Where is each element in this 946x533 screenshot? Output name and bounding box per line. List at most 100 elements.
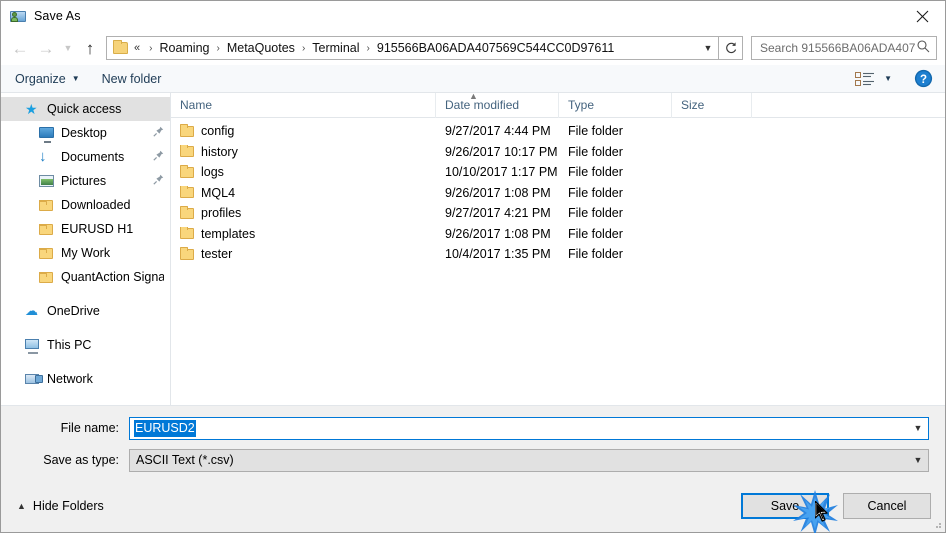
resize-grip-icon[interactable] [932, 520, 942, 530]
table-row[interactable]: profiles 9/27/2017 4:21 PM File folder [171, 203, 945, 224]
file-row-date: 9/27/2017 4:21 PM [445, 206, 551, 221]
file-row-type: File folder [568, 124, 623, 139]
search-placeholder: Search 915566BA06ADA40756... [760, 41, 916, 55]
sidebar-item-label: OneDrive [47, 304, 100, 318]
desktop-icon [39, 125, 55, 143]
view-layout-icon[interactable] [855, 71, 875, 86]
column-header-date-modified[interactable]: Date modified [436, 92, 559, 118]
close-icon[interactable] [900, 1, 945, 31]
breadcrumb[interactable]: « › Roaming › MetaQuotes › Terminal › 91… [106, 36, 719, 60]
documents-download-icon: ↓ [39, 148, 47, 165]
sidebar-item-downloaded[interactable]: Downloaded [1, 193, 170, 217]
save-as-type-chevron-down-icon[interactable]: ▼ [908, 455, 928, 465]
table-row[interactable]: history 9/26/2017 10:17 PM File folder [171, 142, 945, 163]
breadcrumb-item-instance[interactable]: 915566BA06ADA407569C544CC0D97611 [375, 40, 616, 56]
column-header-name[interactable]: Name [171, 92, 436, 118]
file-row-name: profiles [171, 206, 436, 220]
navigation-sidebar: ★ Quick access Desktop ↓ Documents Pictures Do… [1, 93, 171, 405]
view-chevron-down-icon[interactable]: ▼ [884, 74, 892, 83]
file-row-name: templates [171, 226, 436, 241]
sidebar-item-pictures[interactable]: Pictures [1, 169, 170, 193]
recent-locations-chevron-down-icon[interactable]: ▼ [59, 35, 77, 61]
file-row-type: File folder [568, 165, 623, 180]
cloud-icon: ☁ [25, 303, 38, 318]
folder-icon [180, 124, 194, 137]
sidebar-item-label: Documents [61, 150, 125, 164]
column-header-label: Type [568, 98, 595, 112]
help-question-icon[interactable]: ? [914, 69, 933, 88]
table-row[interactable]: config 9/27/2017 4:44 PM File folder [171, 121, 945, 142]
file-row-name-label: profiles [201, 206, 242, 221]
column-headers: Name Date modified Type Size ▲ [171, 92, 945, 118]
folder-icon [180, 206, 194, 219]
forward-arrow-icon[interactable]: → [33, 35, 59, 61]
folder-icon [180, 165, 194, 178]
breadcrumb-item-terminal[interactable]: Terminal [310, 40, 361, 56]
sidebar-item-label: Desktop [61, 126, 107, 140]
save-as-folder-person-icon [10, 8, 26, 24]
table-row[interactable]: MQL4 9/26/2017 1:08 PM File folder [171, 183, 945, 204]
pin-icon[interactable] [153, 126, 164, 140]
breadcrumb-item-metaquotes[interactable]: MetaQuotes [225, 40, 297, 56]
file-name-input[interactable]: EURUSD2 ▼ [129, 416, 929, 440]
table-row[interactable]: tester 10/4/2017 1:35 PM File folder [171, 244, 945, 265]
sidebar-item-label: Pictures [61, 174, 107, 188]
hide-folders-button[interactable]: ▲ Hide Folders [17, 499, 104, 513]
file-row-type: File folder [568, 185, 623, 200]
save-button[interactable]: Save [741, 493, 829, 519]
organize-button[interactable]: Organize ▼ [15, 72, 80, 86]
sidebar-item-network[interactable]: Network [1, 367, 170, 391]
file-row-name: logs [171, 165, 436, 179]
file-row-date: 9/27/2017 4:44 PM [445, 124, 551, 139]
pin-icon[interactable] [153, 174, 164, 188]
sidebar-item-eurusd-h1[interactable]: EURUSD H1 [1, 217, 170, 241]
up-arrow-icon[interactable]: ↑ [77, 35, 103, 61]
sidebar-item-onedrive[interactable]: ☁ OneDrive [1, 299, 170, 323]
file-row-date: 9/26/2017 10:17 PM [445, 144, 558, 159]
search-icon [916, 39, 930, 58]
table-row[interactable]: templates 9/26/2017 1:08 PM File folder [171, 224, 945, 245]
breadcrumb-overflow[interactable]: « [134, 42, 140, 54]
save-as-type-row: Save as type: ASCII Text (*.csv) ▼ [17, 448, 929, 472]
computer-icon [25, 337, 41, 354]
sidebar-item-desktop[interactable]: Desktop [1, 121, 170, 145]
folder-icon [180, 247, 194, 260]
sidebar-item-this-pc[interactable]: This PC [1, 333, 170, 357]
pin-icon[interactable] [153, 150, 164, 164]
sidebar-item-label: My Work [61, 246, 111, 260]
file-row-name-label: tester [201, 247, 233, 262]
breadcrumb-chevron-down-icon[interactable]: ▼ [698, 37, 718, 59]
file-list[interactable]: config 9/27/2017 4:44 PM File folder histor… [171, 118, 945, 405]
search-input[interactable]: Search 915566BA06ADA40756... [751, 36, 937, 60]
sidebar-item-label: QuantAction Signal [61, 270, 164, 284]
file-row-date: 9/26/2017 1:08 PM [445, 185, 551, 200]
file-row-date: 10/10/2017 1:17 PM [445, 165, 558, 180]
file-name-value: EURUSD2 [134, 419, 196, 437]
file-row-type: File folder [568, 226, 623, 241]
file-name-label: File name: [60, 421, 119, 435]
column-header-label: Date modified [445, 98, 520, 112]
folder-icon [180, 226, 194, 240]
back-arrow-icon[interactable]: ← [7, 35, 33, 61]
new-folder-button[interactable]: New folder [102, 72, 162, 86]
column-header-size[interactable]: Size [672, 92, 752, 118]
breadcrumb-item-roaming[interactable]: Roaming [157, 40, 211, 56]
column-header-type[interactable]: Type [559, 92, 672, 118]
save-as-type-select[interactable]: ASCII Text (*.csv) ▼ [129, 448, 929, 472]
sidebar-item-quick-access[interactable]: ★ Quick access [1, 97, 170, 121]
file-row-name: tester [171, 247, 436, 261]
file-name-chevron-down-icon[interactable]: ▼ [908, 423, 928, 433]
refresh-icon[interactable] [719, 36, 743, 60]
cancel-button[interactable]: Cancel [843, 493, 931, 519]
folder-icon [39, 221, 55, 237]
table-row[interactable]: logs 10/10/2017 1:17 PM File folder [171, 162, 945, 183]
organize-label: Organize [15, 71, 66, 86]
sidebar-item-my-work[interactable]: My Work [1, 241, 170, 265]
folder-icon [39, 245, 55, 261]
sidebar-item-documents[interactable]: ↓ Documents [1, 145, 170, 169]
sidebar-item-quantaction-signal[interactable]: QuantAction Signal [1, 265, 170, 289]
folder-icon [39, 197, 55, 213]
column-header-label: Size [681, 98, 705, 112]
